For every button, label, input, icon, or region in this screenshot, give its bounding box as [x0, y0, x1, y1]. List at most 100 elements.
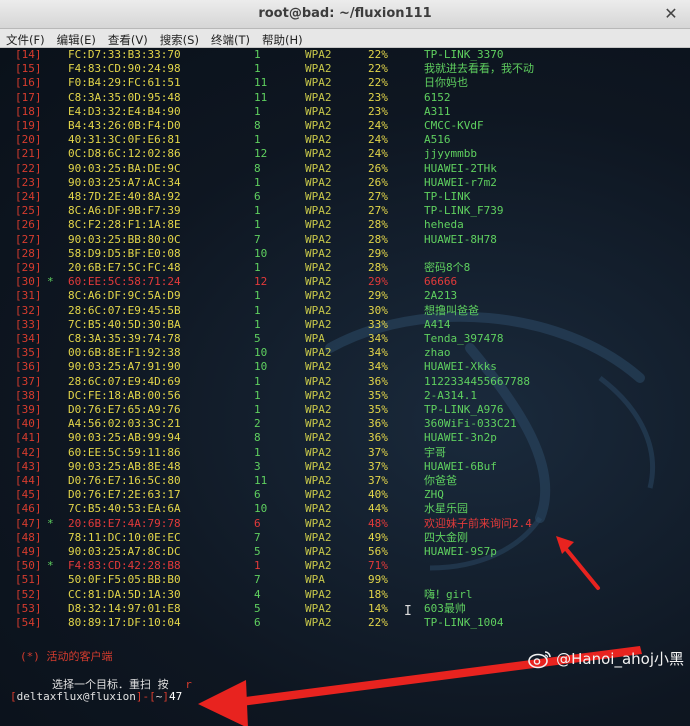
bssid: 50:0F:F5:05:BB:B0 [68, 573, 181, 587]
encryption: WPA2 [305, 119, 332, 132]
network-row[interactable]: [50] * F4:83:CD:42:28:B8 1 WPA2 71% [0, 559, 690, 573]
network-row[interactable]: [31] 8C:A6:DF:9C:5A:D9 1 WPA2 29% 2A213 [0, 289, 690, 303]
menu-item[interactable]: 帮助(H) [256, 31, 309, 49]
network-row[interactable]: [26] 8C:F2:28:F1:1A:8E 1 WPA2 28% heheda [0, 218, 690, 232]
channel: 1 [254, 289, 261, 303]
network-row[interactable]: [14] FC:D7:33:B3:33:70 1 WPA2 22% TP-LINK_337… [0, 48, 690, 62]
command-input[interactable]: 47 [169, 690, 182, 703]
command-prompt[interactable]: [deltaxflux@fluxion]-[~]47 [10, 690, 182, 703]
encryption: WPA [305, 573, 325, 587]
network-row[interactable]: [33] 7C:B5:40:5D:30:BA 1 WPA2 33% A414 [0, 318, 690, 332]
essid: 66666 [424, 275, 458, 289]
channel: 1 [254, 218, 261, 232]
network-row[interactable]: [36] 90:03:25:A7:91:90 10 WPA2 34% HUAWEI-Xkk… [0, 360, 690, 374]
menu-item[interactable]: 搜索(S) [154, 31, 205, 49]
network-row[interactable]: [15] F4:83:CD:90:24:98 1 WPA2 22% 我就进去看看，我不动 [0, 62, 690, 76]
network-row[interactable]: [25] 8C:A6:DF:9B:F7:39 1 WPA2 27% TP-LINK_F73… [0, 204, 690, 218]
essid: TP-LINK_A976 [424, 403, 504, 416]
channel: 11 [254, 90, 268, 104]
menu-item[interactable]: 文件(F) [0, 31, 51, 49]
channel: 4 [254, 587, 261, 601]
window-titlebar[interactable]: root@bad: ~/fluxion111 ✕ [0, 0, 690, 29]
signal-power: 23% [368, 104, 388, 118]
encryption: WPA2 [305, 175, 332, 189]
encryption: WPA2 [305, 317, 332, 331]
bssid: 28:6C:07:E9:45:5B [68, 303, 181, 317]
channel: 7 [254, 573, 261, 587]
network-index: [21] [15, 147, 42, 161]
network-row[interactable]: [40] A4:56:02:03:3C:21 2 WPA2 36% 360WiFi-033… [0, 417, 690, 431]
network-row[interactable]: [34] C8:3A:35:39:74:78 5 WPA 34% Tenda_397478 [0, 332, 690, 346]
prompt-open-bracket: [ [10, 690, 17, 703]
signal-power: 26% [368, 161, 388, 175]
channel: 8 [254, 119, 261, 132]
network-row[interactable]: [37] 28:6C:07:E9:4D:69 1 WPA2 36% 11223344556… [0, 375, 690, 389]
channel: 1 [254, 204, 261, 218]
network-index: [14] [15, 48, 42, 61]
signal-power: 33% [368, 317, 388, 331]
menu-item[interactable]: 终端(T) [205, 31, 256, 49]
menu-item[interactable]: 编辑(E) [51, 31, 102, 49]
network-row[interactable]: [38] DC:FE:18:AB:00:56 1 WPA2 35% 2-A314.1 [0, 389, 690, 403]
essid: 想撸叫爸爸 [424, 303, 479, 317]
terminal-area[interactable]: [14] FC:D7:33:B3:33:70 1 WPA2 22% TP-LINK_337… [0, 48, 690, 726]
network-index: [33] [15, 317, 42, 331]
network-row[interactable]: [21] 0C:D8:6C:12:02:86 12 WPA2 24% jjyymmbb [0, 147, 690, 161]
network-row[interactable]: [30] * 60:EE:5C:58:71:24 12 WPA2 29% 66666 [0, 275, 690, 289]
network-row[interactable]: [44] D0:76:E7:16:5C:80 11 WPA2 37% 你爸爸 [0, 474, 690, 488]
encryption: WPA2 [305, 403, 332, 416]
network-row[interactable]: [52] CC:81:DA:5D:1A:30 4 WPA2 18% 嗨！girl [0, 588, 690, 602]
network-row[interactable]: [43] 90:03:25:AB:8E:48 3 WPA2 37% HUAWEI-6Buf [0, 460, 690, 474]
network-index: [42] [15, 445, 42, 459]
network-row[interactable]: [22] 90:03:25:BA:DE:9C 8 WPA2 26% HUAWEI-2THk [0, 162, 690, 176]
network-index: [54] [15, 616, 42, 629]
network-row[interactable]: [49] 90:03:25:A7:8C:DC 5 WPA2 56% HUAWEI-9S7p [0, 545, 690, 559]
signal-power: 37% [368, 474, 388, 487]
network-row[interactable]: [54] 80:89:17:DF:10:04 6 WPA2 22% TP-LINK_100… [0, 616, 690, 630]
encryption: WPA2 [305, 388, 332, 402]
network-row[interactable]: [20] 40:31:3C:0F:E6:81 1 WPA2 24% A516 [0, 133, 690, 147]
network-row[interactable]: [46] 7C:B5:40:53:EA:6A 10 WPA2 44% 水星乐园 [0, 502, 690, 516]
prompt-user-host: deltaxflux@fluxion [16, 690, 136, 703]
network-row[interactable]: [29] 20:6B:E7:5C:FC:48 1 WPA2 28% 密码8个8 [0, 261, 690, 275]
essid: heheda [424, 218, 464, 232]
encryption: WPA2 [305, 360, 332, 374]
encryption: WPA2 [305, 530, 332, 544]
close-button[interactable]: ✕ [662, 5, 680, 23]
network-row[interactable]: [35] 00:6B:8E:F1:92:38 10 WPA2 34% zhao [0, 346, 690, 360]
signal-power: 22% [368, 616, 388, 629]
network-row[interactable]: [45] D0:76:E7:2E:63:17 6 WPA2 40% ZHQ [0, 488, 690, 502]
encryption: WPA2 [305, 516, 332, 530]
network-row[interactable]: [39] D0:76:E7:65:A9:76 1 WPA2 35% TP-LINK_A97… [0, 403, 690, 417]
essid: ZHQ [424, 488, 444, 502]
network-row[interactable]: [53] D8:32:14:97:01:E8 5 WPA2 14% 603最帅 [0, 602, 690, 616]
signal-power: 24% [368, 119, 388, 132]
network-index: [36] [15, 360, 42, 374]
network-row[interactable]: [47] * 20:6B:E7:4A:79:78 6 WPA2 48% 欢迎妹子前来询问2.… [0, 517, 690, 531]
network-row[interactable]: [16] F0:B4:29:FC:61:51 11 WPA2 22% 日你妈也 [0, 76, 690, 90]
channel: 1 [254, 374, 261, 388]
bssid: C8:3A:35:0D:95:48 [68, 90, 181, 104]
network-row[interactable]: [24] 48:7D:2E:40:8A:92 6 WPA2 27% TP-LINK [0, 190, 690, 204]
network-row[interactable]: [17] C8:3A:35:0D:95:48 11 WPA2 23% 6152 [0, 91, 690, 105]
network-index: [52] [15, 587, 42, 601]
network-row[interactable]: [42] 60:EE:5C:59:11:86 1 WPA2 37% 宇哥 [0, 446, 690, 460]
network-row[interactable]: [27] 90:03:25:BB:80:0C 7 WPA2 28% HUAWEI-8H78 [0, 233, 690, 247]
network-row[interactable]: [19] B4:43:26:0B:F4:D0 8 WPA2 24% CMCC-KVdF [0, 119, 690, 133]
network-row[interactable]: [23] 90:03:25:A7:AC:34 1 WPA2 26% HUAWEI-r7m2 [0, 176, 690, 190]
encryption: WPA2 [305, 90, 332, 104]
encryption: WPA2 [305, 48, 332, 61]
encryption: WPA2 [305, 459, 332, 473]
channel: 11 [254, 474, 268, 487]
network-row[interactable]: [41] 90:03:25:AB:99:94 8 WPA2 36% HUAWEI-3n2p [0, 431, 690, 445]
active-client-marker: * [47, 275, 54, 289]
network-row[interactable]: [28] 58:D9:D5:BF:E0:08 10 WPA2 29% [0, 247, 690, 261]
network-row[interactable]: [48] 78:11:DC:10:0E:EC 7 WPA2 49% 四大金刚 [0, 531, 690, 545]
essid: 2A213 [424, 289, 458, 303]
network-row[interactable]: [18] E4:D3:32:E4:B4:90 1 WPA2 23% A311 [0, 105, 690, 119]
menu-item[interactable]: 查看(V) [102, 31, 154, 49]
signal-power: 35% [368, 388, 388, 402]
network-row[interactable]: [32] 28:6C:07:E9:45:5B 1 WPA2 30% 想撸叫爸爸 [0, 304, 690, 318]
encryption: WPA2 [305, 62, 332, 76]
network-row[interactable]: [51] 50:0F:F5:05:BB:B0 7 WPA 99% [0, 573, 690, 587]
